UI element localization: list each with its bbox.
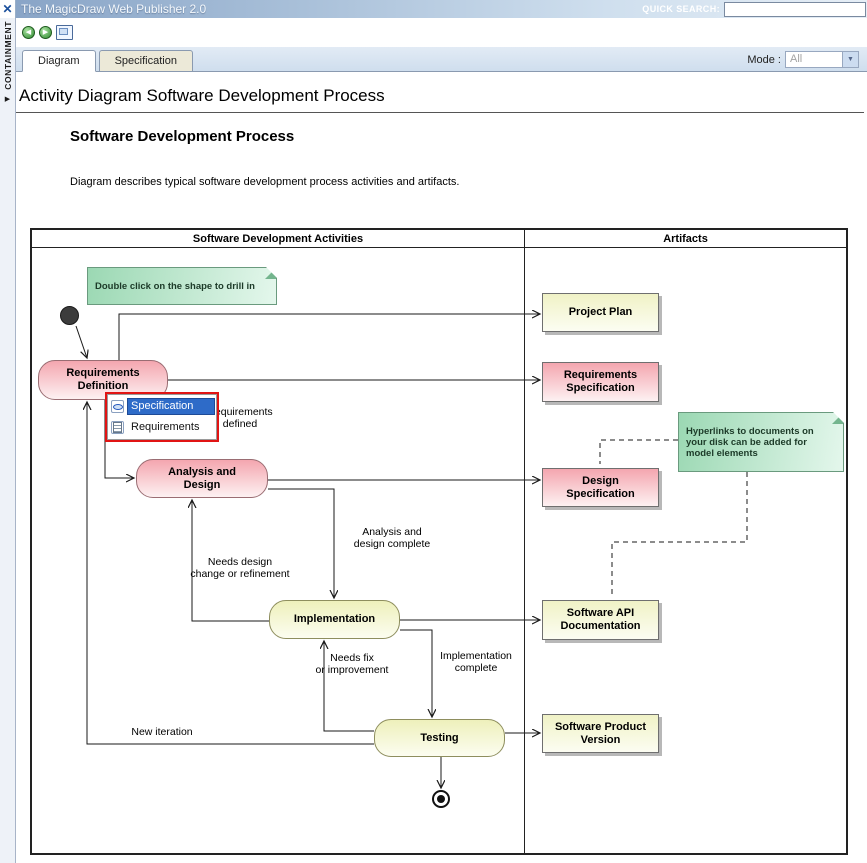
mode-dropdown[interactable]: All ▼	[785, 51, 859, 68]
page-title: Activity Diagram Software Development Pr…	[19, 86, 385, 106]
artifact-design-specification[interactable]: Design Specification	[542, 468, 659, 507]
note-drill-in: Double click on the shape to drill in	[87, 267, 277, 305]
quick-search-label: QUICK SEARCH:	[642, 4, 720, 14]
lane-divider	[524, 230, 525, 853]
forward-button[interactable]: ▶	[39, 26, 52, 39]
titlebar: ✕ The MagicDraw Web Publisher 2.0 QUICK …	[0, 0, 867, 18]
artifact-requirements-specification[interactable]: Requirements Specification	[542, 362, 659, 402]
final-node-dot	[437, 795, 445, 803]
mode-control: Mode : All ▼	[747, 51, 859, 68]
artifact-project-plan[interactable]: Project Plan	[542, 293, 659, 332]
context-menu-inner: Specification Requirements	[107, 394, 217, 440]
artifact-software-product-version[interactable]: Software Product Version	[542, 714, 659, 753]
chevron-down-icon: ▼	[842, 52, 858, 67]
edge-label-needs-fix: Needs fix or improvement	[312, 652, 392, 676]
lane-header-activities: Software Development Activities	[32, 230, 524, 248]
mode-value: All	[786, 52, 842, 67]
tab-bar: Diagram Specification Mode : All ▼	[16, 47, 867, 72]
final-node	[432, 790, 450, 808]
print-preview-button[interactable]	[56, 25, 73, 40]
title-divider	[16, 112, 864, 113]
lane-header-artifacts: Artifacts	[525, 230, 846, 248]
artifact-software-api-documentation[interactable]: Software API Documentation	[542, 600, 659, 640]
edge-start-to-requirements	[76, 326, 87, 358]
edge-analysis-to-implementation	[268, 489, 334, 598]
edge-label-analysis-complete: Analysis and design complete	[344, 526, 440, 550]
edge-label-new-iteration: New iteration	[122, 726, 202, 738]
tab-specification[interactable]: Specification	[99, 50, 193, 72]
back-button[interactable]: ◀	[22, 26, 35, 39]
magicdraw-web-publisher-window: ✕ The MagicDraw Web Publisher 2.0 QUICK …	[0, 0, 867, 863]
context-menu: Specification Requirements	[105, 392, 219, 442]
note-hyperlinks-text: Hyperlinks to documents on your disk can…	[686, 426, 836, 459]
edge-label-implementation-complete: Implementation complete	[434, 650, 518, 674]
oval-glyph	[113, 404, 123, 410]
edge-implementation-to-testing	[400, 630, 432, 717]
activity-diagram: Software Development Activities Artifact…	[30, 228, 848, 855]
sidebar-expand-icon[interactable]: ▶	[5, 95, 10, 103]
edge-label-needs-design: Needs design change or refinement	[188, 556, 292, 580]
mode-label: Mode :	[747, 54, 781, 66]
app-title: The MagicDraw Web Publisher 2.0	[21, 2, 642, 16]
menu-item-specification[interactable]: Specification	[109, 396, 215, 417]
tab-diagram[interactable]: Diagram	[22, 50, 96, 72]
menu-item-requirements-label: Requirements	[127, 419, 215, 436]
activity-analysis-and-design[interactable]: Analysis and Design	[136, 459, 268, 498]
magicdraw-logo-icon: ✕	[0, 0, 16, 18]
activity-testing[interactable]: Testing	[374, 719, 505, 757]
nomagic-logo-icon	[853, 23, 862, 38]
diagram-description: Diagram describes typical software devel…	[70, 176, 459, 188]
menu-item-specification-label: Specification	[127, 398, 215, 415]
activity-implementation[interactable]: Implementation	[269, 600, 400, 639]
document-glyph	[113, 422, 122, 433]
note-hyperlinks: Hyperlinks to documents on your disk can…	[678, 412, 844, 472]
initial-node	[60, 306, 79, 325]
note-drill-in-text: Double click on the shape to drill in	[95, 281, 255, 292]
edge-note-to-design-spec	[600, 440, 678, 464]
requirements-icon	[111, 421, 124, 434]
content: Activity Diagram Software Development Pr…	[16, 72, 867, 863]
menu-item-requirements[interactable]: Requirements	[109, 417, 215, 438]
containment-label: CONTAINMENT	[3, 21, 13, 90]
diagram-heading: Software Development Process	[70, 128, 294, 145]
quick-search-input[interactable]	[724, 2, 866, 17]
containment-sidebar[interactable]: CONTAINMENT ▶	[0, 18, 16, 863]
toolbar: ◀ ▶	[16, 18, 867, 47]
edge-requirements-to-project-plan	[119, 314, 540, 360]
main-area: ◀ ▶ Diagram Specification Mode : All ▼ A…	[16, 18, 867, 863]
specification-icon	[111, 400, 124, 413]
